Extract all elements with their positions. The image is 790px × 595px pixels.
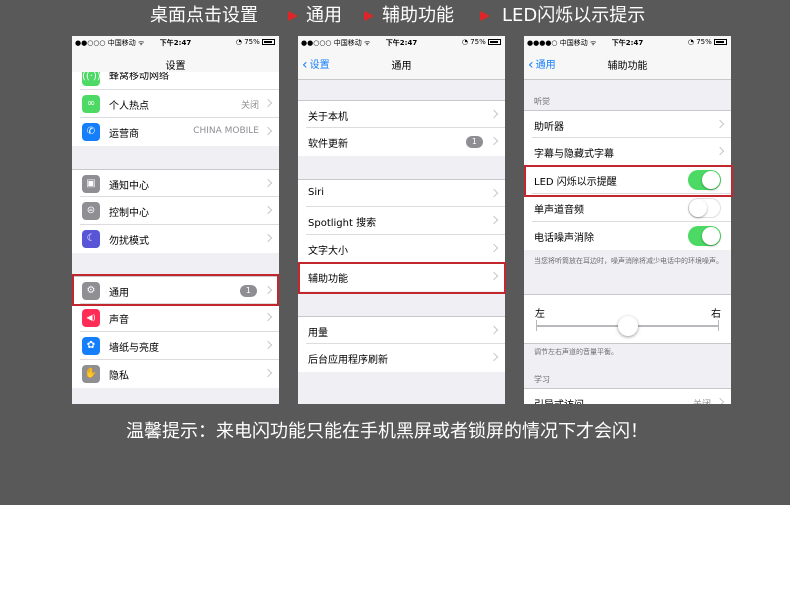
- phone-icon: ✆: [82, 123, 100, 141]
- step-instructions: 桌面点击设置 通用 辅助功能 LED闪烁以示提示: [0, 4, 790, 28]
- settings-item-wallpaper[interactable]: ✿ 墙纸与亮度: [72, 332, 279, 360]
- page-title: 辅助功能: [607, 61, 648, 72]
- general-screen: ●●○○○ 中国移动 ᯤ 下午2:47 ◔ 75% ‹ 设置 通用 关于本机 软件…: [298, 36, 505, 404]
- balance-slider-thumb[interactable]: [617, 316, 638, 336]
- chevron-right-icon: [263, 126, 273, 136]
- status-bar: ●●○○○ 中国移动 ᯤ 下午2:47 ◔ 75%: [298, 36, 505, 50]
- arrow-icon: [480, 11, 490, 21]
- nav-bar: ‹ 设置 通用: [298, 50, 505, 80]
- highlight-led-flash: [524, 165, 733, 197]
- balance-left-label: 左: [535, 309, 545, 320]
- settings-item-hotspot[interactable]: ∞ 个人热点 关闭: [72, 90, 279, 118]
- settings-item-do-not-disturb[interactable]: ☾ 勿扰模式: [72, 225, 279, 253]
- battery-indicator: ◔ 75%: [236, 38, 275, 46]
- mono-audio-toggle[interactable]: [688, 198, 721, 218]
- moon-icon: ☾: [82, 230, 100, 248]
- arrow-icon: [288, 11, 298, 21]
- hotspot-icon: ∞: [82, 95, 100, 113]
- chevron-right-icon: [715, 397, 725, 404]
- instruction-banner: 桌面点击设置 通用 辅助功能 LED闪烁以示提示 ●●○○○ 中国移动 ᯤ 下午…: [0, 0, 790, 505]
- general-item-siri[interactable]: Siri: [298, 179, 505, 207]
- section-header-hearing: 听觉: [534, 97, 550, 106]
- general-item-text-size[interactable]: 文字大小: [298, 235, 505, 263]
- balance-right-label: 右: [711, 309, 721, 320]
- highlight-accessibility: [298, 262, 506, 294]
- general-item-about[interactable]: 关于本机: [298, 100, 505, 128]
- notification-icon: ▣: [82, 175, 100, 193]
- hand-icon: ✋: [82, 365, 100, 383]
- accessibility-item-guided-access[interactable]: 引导式访问 关闭: [524, 388, 731, 404]
- battery-indicator: ◔ 75%: [688, 38, 727, 46]
- accessibility-screen: ●●●●○ 中国移动 ᯤ 下午2:47 ◔ 75% ‹ 通用 辅助功能 听觉 助听…: [524, 36, 731, 404]
- settings-item-privacy[interactable]: ✋ 隐私: [72, 360, 279, 388]
- accessibility-item-hearing-aids[interactable]: 助听器: [524, 110, 731, 138]
- accessibility-item-mono-audio: 单声道音频: [524, 194, 731, 222]
- tip-text: 温馨提示：来电闪功能只能在手机黑屏或者锁屏的情况下才会闪！: [126, 421, 648, 442]
- chevron-right-icon: [263, 98, 273, 108]
- chevron-right-icon: [489, 136, 499, 146]
- chevron-right-icon: [489, 215, 499, 225]
- accessibility-item-noise-cancellation: 电话噪声消除: [524, 222, 731, 250]
- noise-cancellation-note: 当您将听筒放在耳边时，噪声消除将减少电话中的环境噪声。: [534, 257, 723, 265]
- battery-icon: [488, 39, 501, 45]
- settings-item-control-center[interactable]: ⊜ 控制中心: [72, 197, 279, 225]
- control-center-icon: ⊜: [82, 202, 100, 220]
- step-4-label: LED闪烁以示提示: [502, 5, 646, 26]
- chevron-right-icon: [489, 243, 499, 253]
- chevron-right-icon: [263, 368, 273, 378]
- chevron-right-icon: [263, 340, 273, 350]
- step-1-label: 桌面点击设置: [150, 5, 258, 26]
- flower-icon: ✿: [82, 337, 100, 355]
- section-header-learning: 学习: [534, 375, 550, 384]
- nav-bar: ‹ 通用 辅助功能: [524, 50, 731, 80]
- chevron-right-icon: [263, 205, 273, 215]
- accessibility-item-subtitles[interactable]: 字幕与隐藏式字幕: [524, 138, 731, 166]
- page-title: 通用: [391, 61, 412, 72]
- step-3-label: 辅助功能: [382, 5, 454, 26]
- chevron-right-icon: [263, 178, 273, 188]
- balance-note: 调节左右声道的音量平衡。: [534, 348, 618, 356]
- chevron-right-icon: [489, 109, 499, 119]
- status-bar: ●●○○○ 中国移动 ᯤ 下午2:47 ◔ 75%: [72, 36, 279, 50]
- settings-screen: ●●○○○ 中国移动 ᯤ 下午2:47 ◔ 75% 设置 ((·)) 蜂窝移动网…: [72, 36, 279, 404]
- battery-indicator: ◔ 75%: [462, 38, 501, 46]
- arrow-icon: [364, 11, 374, 21]
- audio-balance-control: 左 右: [524, 294, 731, 344]
- settings-item-sounds[interactable]: ◀) 声音: [72, 304, 279, 332]
- cellular-icon: ((·)): [82, 72, 101, 86]
- chevron-right-icon: [489, 325, 499, 335]
- chevron-right-icon: [489, 188, 499, 198]
- settings-item-carrier[interactable]: ✆ 运营商 CHINA MOBILE: [72, 118, 279, 146]
- speaker-icon: ◀): [82, 309, 100, 327]
- chevron-right-icon: [263, 233, 273, 243]
- chevron-right-icon: [715, 146, 725, 156]
- battery-icon: [714, 39, 727, 45]
- chevron-right-icon: [715, 119, 725, 129]
- noise-cancellation-toggle[interactable]: [688, 226, 721, 246]
- update-badge: 1: [465, 136, 483, 148]
- settings-item-notification-center[interactable]: ▣ 通知中心: [72, 169, 279, 197]
- highlight-general: [72, 274, 279, 306]
- step-2-label: 通用: [306, 5, 342, 26]
- sidebar-item-cellular[interactable]: ((·)) 蜂窝移动网络: [72, 72, 279, 90]
- status-bar: ●●●●○ 中国移动 ᯤ 下午2:47 ◔ 75%: [524, 36, 731, 50]
- general-item-usage[interactable]: 用量: [298, 316, 505, 344]
- general-item-spotlight[interactable]: Spotlight 搜索: [298, 207, 505, 235]
- chevron-right-icon: [263, 312, 273, 322]
- page-title: 设置: [165, 61, 186, 72]
- battery-icon: [262, 39, 275, 45]
- chevron-right-icon: [489, 352, 499, 362]
- general-item-software-update[interactable]: 软件更新 1: [298, 128, 505, 156]
- general-item-background-refresh[interactable]: 后台应用程序刷新: [298, 344, 505, 372]
